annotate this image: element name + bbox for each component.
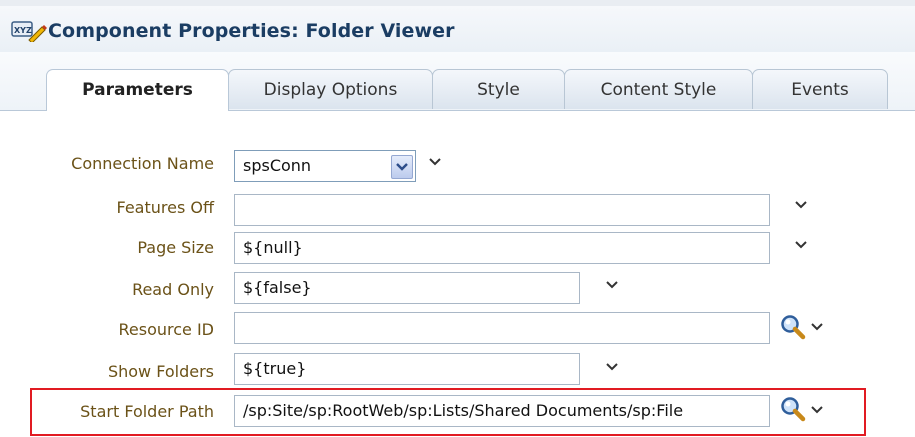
features-off-label: Features Off [116,198,215,217]
tab-parameters[interactable]: Parameters [46,69,229,111]
show-folders-label: Show Folders [107,362,214,381]
tab-label: Style [477,80,520,100]
tab-style[interactable]: Style [432,69,565,109]
magnifier-icon[interactable] [780,396,806,422]
chevron-down-icon[interactable] [810,405,824,415]
svg-text:XYZ: XYZ [14,26,32,35]
show-folders-input[interactable]: ${true} [234,353,580,385]
chevron-down-icon[interactable] [605,280,619,290]
connection-name-select[interactable]: spsConn [234,150,416,182]
tab-events[interactable]: Events [752,69,888,109]
dialog-header: XYZ Component Properties: Folder Viewer [0,6,915,53]
read-only-label: Read Only [132,280,214,299]
tab-content-style[interactable]: Content Style [564,69,753,109]
select-dropdown-button[interactable] [391,155,413,179]
tab-label: Events [791,80,849,100]
magnifier-icon[interactable] [780,314,806,340]
dialog-title: Component Properties: Folder Viewer [48,20,455,42]
chevron-down-icon [396,163,408,171]
chevron-down-icon[interactable] [810,322,824,332]
tab-label: Content Style [600,80,717,100]
chevron-down-icon[interactable] [794,200,808,210]
chevron-down-icon[interactable] [428,157,442,167]
connection-name-value: spsConn [243,156,312,175]
tab-display-options[interactable]: Display Options [228,69,433,109]
chevron-down-icon[interactable] [794,240,808,250]
connection-name-label: Connection Name [71,154,214,173]
features-off-input[interactable] [234,194,770,226]
tab-label: Display Options [263,80,398,100]
page-size-label: Page Size [137,238,214,257]
start-folder-path-label: Start Folder Path [80,402,214,421]
start-folder-path-input[interactable]: /sp:Site/sp:RootWeb/sp:Lists/Shared Docu… [234,395,770,427]
resource-id-label: Resource ID [118,320,215,339]
tab-bar: Parameters Display Options Style Content… [0,52,915,111]
chevron-down-icon[interactable] [605,362,619,372]
page-size-input[interactable]: ${null} [234,232,770,264]
properties-xyz-icon: XYZ [11,20,47,44]
read-only-input[interactable]: ${false} [234,272,580,304]
tab-label: Parameters [82,80,193,100]
resource-id-input[interactable] [234,312,770,344]
